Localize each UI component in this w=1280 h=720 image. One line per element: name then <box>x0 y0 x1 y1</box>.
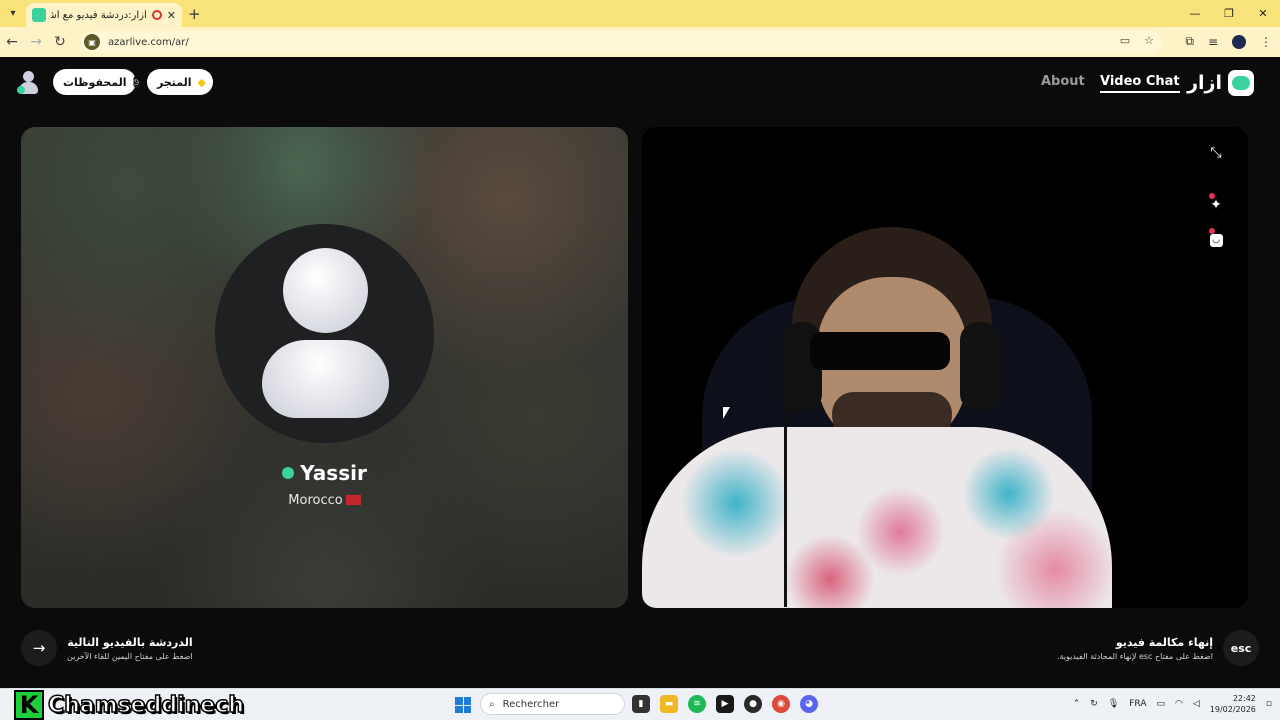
end-call-hint[interactable]: إنهاء مكالمة فيديو اضغط على مفتاح esc لإ… <box>1057 630 1259 666</box>
tray-wifi-icon[interactable]: ◠ <box>1175 699 1183 709</box>
tray-sync-icon[interactable]: ↻ <box>1090 699 1098 709</box>
taskbar-search[interactable]: ⌕ Rechercher <box>480 693 625 715</box>
partner-avatar <box>215 224 434 443</box>
morocco-flag-icon <box>345 495 361 505</box>
close-window-icon[interactable]: ✕ <box>1246 0 1280 27</box>
tab-title: أزار:دردشة فيديو مع أشخاص <box>51 9 147 21</box>
search-icon: ⌕ <box>489 698 495 710</box>
streamer-overlay: K Chamseddinech <box>14 690 245 720</box>
browser-toolbar: ← → ↻ ▣ azarlive.com/ar/ ▭ ☆ <box>0 27 1280 57</box>
gem-icon: ◆ <box>197 75 207 89</box>
clock-time: 22:42 <box>1232 694 1256 703</box>
clock-date: 19/02/2026 <box>1209 705 1256 714</box>
nav-video-chat[interactable]: Video Chat <box>1100 74 1180 93</box>
arrow-right-icon[interactable]: → <box>21 630 57 666</box>
tray-chevron-up-icon[interactable]: ⌃ <box>1073 699 1081 709</box>
cast-icon[interactable]: ▭ <box>1120 34 1130 47</box>
window-controls: — ❐ ✕ <box>1178 0 1280 27</box>
taskbar-search-placeholder: Rechercher <box>502 698 560 710</box>
new-tab-icon[interactable]: + <box>188 5 201 23</box>
menu-kebab-icon[interactable]: ⋮ <box>1260 35 1272 49</box>
minimize-icon[interactable]: — <box>1178 0 1212 27</box>
partner-name-row: Yassir <box>21 461 628 485</box>
saved-button[interactable]: المحفوظات ◷ <box>53 69 139 95</box>
azar-favicon-icon <box>32 8 46 22</box>
tray-display-icon[interactable]: ▭ <box>1156 699 1165 709</box>
back-icon[interactable]: ← <box>0 34 24 50</box>
next-chat-hint[interactable]: → الدردشة بالفيديو التالية اضغط على مفتا… <box>21 630 193 666</box>
browser-actions: ⧉ ≡ ⋮ <box>1185 34 1272 49</box>
mouse-cursor-icon <box>723 407 730 419</box>
end-call-title: إنهاء مكالمة فيديو <box>1115 635 1213 649</box>
system-tray: ⌃ ↻ 🎙 FRA ▭ ◠ ◁ 22:42 19/02/2026 ▫ <box>1073 693 1272 715</box>
spotify-icon[interactable]: ≋ <box>688 695 706 713</box>
notifications-icon[interactable]: ▫ <box>1266 699 1272 709</box>
next-chat-title: الدردشة بالفيديو التالية <box>67 635 193 649</box>
tray-volume-icon[interactable]: ◁ <box>1193 699 1200 709</box>
browser-tab[interactable]: أزار:دردشة فيديو مع أشخاص ✕ <box>26 3 182 27</box>
address-bar[interactable]: ▣ azarlive.com/ar/ ▭ ☆ <box>80 31 1162 53</box>
terminal-app-icon[interactable]: ▶ <box>716 695 734 713</box>
azar-logo-icon <box>1228 70 1254 96</box>
tab-list-icon[interactable]: ▾ <box>4 5 22 23</box>
overlay-logo: K <box>14 690 44 720</box>
brand[interactable]: ازار <box>1187 70 1254 96</box>
taskbar-apps: ▮ ▬ ≋ ▶ ● ◉ ◕ <box>632 695 818 713</box>
overlay-name: Chamseddinech <box>47 692 244 719</box>
brand-name: ازار <box>1187 72 1222 94</box>
file-explorer-icon[interactable]: ▬ <box>660 695 678 713</box>
partner-video-panel: Yassir Morocco <box>21 127 628 608</box>
clock-icon: ◷ <box>132 76 139 88</box>
nav-about[interactable]: About <box>1041 74 1085 89</box>
taskbar-clock[interactable]: 22:42 19/02/2026 <box>1210 693 1256 715</box>
discord-icon[interactable]: ◕ <box>800 695 818 713</box>
task-view-icon[interactable]: ▮ <box>632 695 650 713</box>
forward-icon[interactable]: → <box>24 34 48 50</box>
browser-tabbar: ▾ أزار:دردشة فيديو مع أشخاص ✕ + — ❐ ✕ <box>0 0 1280 27</box>
partner-country: Morocco <box>288 493 343 508</box>
user-profile-icon[interactable] <box>16 71 40 95</box>
url-text: azarlive.com/ar/ <box>108 36 189 48</box>
close-tab-icon[interactable]: ✕ <box>167 9 176 22</box>
profile-avatar-icon[interactable] <box>1232 34 1246 49</box>
obs-icon[interactable]: ● <box>744 695 762 713</box>
next-chat-subtitle: اضغط على مفتاح اليمين للقاء الآخرين <box>67 651 193 661</box>
store-label: المتجر <box>157 75 192 89</box>
end-call-subtitle: اضغط على مفتاح esc لإنهاء المحادثة الفيد… <box>1056 651 1213 661</box>
language-indicator[interactable]: FRA <box>1129 699 1146 709</box>
recording-icon <box>151 10 162 20</box>
partner-name: Yassir <box>300 461 367 485</box>
azar-page: ازار Video Chat About المحفوظات ◷ المتجر… <box>0 57 1280 688</box>
store-button[interactable]: المتجر ◆ <box>147 69 213 95</box>
restore-icon[interactable]: ❐ <box>1212 0 1246 27</box>
saved-label: المحفوظات <box>63 75 127 89</box>
magic-wand-icon[interactable]: ✦ <box>1204 193 1228 217</box>
partner-country-row: Morocco <box>21 493 628 508</box>
windows-start-icon[interactable] <box>455 697 471 713</box>
minimize-video-icon[interactable]: ⤡ <box>1204 141 1228 165</box>
reload-icon[interactable]: ↻ <box>48 34 72 50</box>
self-video-panel: ⤡ ✦ ◡ <box>642 127 1248 608</box>
bookmark-star-icon[interactable]: ☆ <box>1144 34 1154 47</box>
reading-list-icon[interactable]: ≡ <box>1208 35 1218 49</box>
esc-button[interactable]: esc <box>1223 630 1259 666</box>
tray-mic-icon[interactable]: 🎙 <box>1108 699 1119 709</box>
face-sticker-icon[interactable]: ◡ <box>1204 228 1228 252</box>
verified-icon <box>282 467 295 479</box>
chrome-icon[interactable]: ◉ <box>772 695 790 713</box>
extensions-icon[interactable]: ⧉ <box>1185 34 1194 49</box>
site-info-icon[interactable]: ▣ <box>84 34 100 50</box>
